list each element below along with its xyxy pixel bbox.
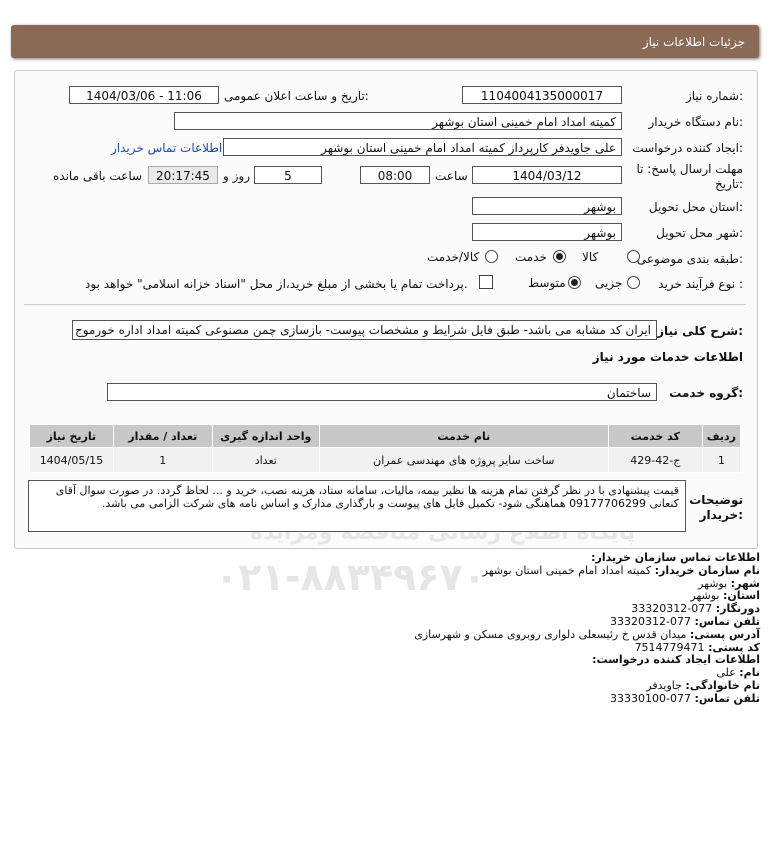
service-group-label: گروه خدمت: xyxy=(669,386,743,400)
buyer-org-field: کمیته امداد امام خمینی استان بوشهر xyxy=(174,112,622,130)
col-header-unit: واحد اندازه گیری xyxy=(211,424,320,448)
service-group-field: ساختمان xyxy=(107,383,657,401)
contact-phone-label: تلفن تماس: xyxy=(694,614,760,628)
contact-fax: 077-33320312 xyxy=(631,602,713,616)
contact-phone: 077-33320312 xyxy=(610,614,692,628)
cell-unit: تعداد xyxy=(211,447,320,473)
remaining-time-label: ساعت باقی مانده xyxy=(53,169,143,183)
contact-title: اطلاعات تماس سازمان خریدار: xyxy=(591,551,760,564)
cell-quantity: 1 xyxy=(112,447,213,473)
remaining-time-field: 20:17:45 xyxy=(148,166,218,184)
province-field: بوشهر xyxy=(472,197,622,215)
treasury-note: پرداخت تمام یا بخشی از مبلغ خرید،از محل … xyxy=(85,277,468,291)
contact-org-label: نام سازمان خریدار: xyxy=(654,563,760,577)
cell-row-number: 1 xyxy=(701,447,742,473)
cell-service-code: ج-42-429 xyxy=(607,447,703,473)
contact-province: بوشهر xyxy=(690,589,720,603)
category-radio-service[interactable] xyxy=(553,250,566,263)
need-desc-field: ایران کد مشابه می باشد- طبق فایل شرایط و… xyxy=(72,320,657,340)
contact-postal: 7514779471 xyxy=(634,640,705,654)
need-number-label: شماره نیاز: xyxy=(685,89,743,103)
col-header-need-date: تاریخ نیاز xyxy=(29,424,114,448)
creator-name-label: نام: xyxy=(739,666,760,680)
deadline-label-date: تاریخ: xyxy=(715,177,743,191)
category-radio-goods-service[interactable] xyxy=(485,250,498,263)
process-option-minor: جزیی xyxy=(595,276,623,290)
process-radio-minor[interactable] xyxy=(627,276,640,289)
page-header: جزئیات اطلاعات نیاز xyxy=(11,25,759,58)
deadline-date-field: 1404/03/12 xyxy=(472,166,622,184)
announce-date-label: تاریخ و ساعت اعلان عمومی: xyxy=(224,89,369,103)
col-header-row-number: ردیف xyxy=(701,424,742,448)
contact-org: کمیته امداد امام خمینی استان بوشهر xyxy=(482,563,652,577)
creator-family: جاویدفر xyxy=(646,678,682,692)
buyer-org-label: نام دستگاه خریدار: xyxy=(648,115,744,129)
divider xyxy=(24,304,746,305)
creator-field: علی جاویدفر کارپرداز کمیته امداد امام خم… xyxy=(223,138,622,156)
cell-need-date: 1404/05/15 xyxy=(29,447,114,473)
creator-phone-label: تلفن تماس: xyxy=(694,691,760,705)
contact-postal-label: کد پستی: xyxy=(708,640,760,654)
deadline-time-field: 08:00 xyxy=(360,166,430,184)
announce-date-field: 1404/03/06 - 11:06 xyxy=(69,86,219,104)
category-option-goods: کالا xyxy=(582,250,599,264)
table-row: 1 ج-42-429 ساخت سایر پروژه های مهندسی عم… xyxy=(29,447,742,473)
deadline-label: مهلت ارسال پاسخ: تا xyxy=(636,162,743,176)
col-header-service-code: کد خدمت xyxy=(607,424,703,448)
need-number-field: 1104004135000017 xyxy=(462,86,622,104)
contact-address: میدان قدس خ رئیسعلی دلواری روبروی مسکن و… xyxy=(414,627,687,641)
days-label: روز و xyxy=(223,169,250,183)
cell-service-name: ساخت سایر پروژه های مهندسی عمران xyxy=(318,447,609,473)
category-option-service: خدمت xyxy=(515,250,547,264)
city-field: بوشهر xyxy=(472,223,622,241)
creator-info-title: اطلاعات ایجاد کننده درخواست: xyxy=(592,653,760,667)
services-table: ردیف کد خدمت نام خدمت واحد اندازه گیری ت… xyxy=(29,424,742,473)
buyer-notes-label-2: خریدار: xyxy=(699,508,743,522)
creator-name: علی xyxy=(716,666,736,680)
col-header-service-name: نام خدمت xyxy=(318,424,609,448)
page-title: جزئیات اطلاعات نیاز xyxy=(642,35,745,49)
col-header-quantity: تعداد / مقدار xyxy=(112,424,213,448)
category-radio-goods[interactable] xyxy=(627,250,640,263)
contact-fax-label: دورنگار: xyxy=(715,602,760,616)
buyer-contact-section: اطلاعات تماس سازمان خریدار: نام سازمان خ… xyxy=(20,551,760,706)
buyer-contact-link[interactable]: اطلاعات تماس خریدار xyxy=(111,141,222,155)
creator-label: ایجاد کننده درخواست: xyxy=(632,141,743,155)
deadline-hour-label: ساعت xyxy=(435,169,468,183)
buyer-notes-label: توضیحات xyxy=(689,493,743,507)
creator-family-label: نام خانوادگی: xyxy=(685,678,760,692)
treasury-checkbox[interactable] xyxy=(479,275,493,289)
contact-province-label: استان: xyxy=(723,589,760,603)
process-option-medium: متوسط xyxy=(528,276,566,290)
creator-phone: 077-33330100 xyxy=(610,691,692,705)
process-label: نوع فرآیند خرید : xyxy=(658,277,743,291)
services-title: اطلاعات خدمات مورد نیاز xyxy=(592,350,743,364)
contact-city-label: شهر: xyxy=(730,576,760,590)
need-desc-label: شرح کلی نیاز: xyxy=(657,324,743,338)
province-label: استان محل تحویل: xyxy=(648,200,743,214)
buyer-notes-text: قیمت پیشنهادی با در نظر گرفتن تمام هزینه… xyxy=(28,480,686,532)
category-option-goods-service: کالا/خدمت xyxy=(427,250,480,264)
days-remaining-field: 5 xyxy=(254,166,322,184)
category-label: طبقه بندی موضوعی: xyxy=(636,252,743,266)
table-header-row: ردیف کد خدمت نام خدمت واحد اندازه گیری ت… xyxy=(29,424,742,448)
contact-address-label: آدرس پستی: xyxy=(689,627,760,641)
process-radio-medium[interactable] xyxy=(568,276,581,289)
contact-city: بوشهر xyxy=(698,576,728,590)
city-label: شهر محل تحویل: xyxy=(656,226,743,240)
